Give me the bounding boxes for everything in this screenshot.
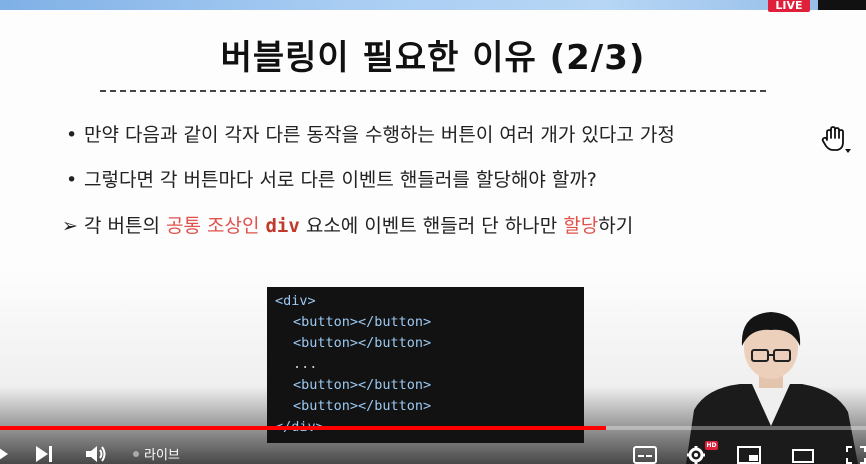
hd-badge: HD <box>705 441 718 450</box>
code-line: ... <box>293 356 318 372</box>
bullet-marker: • <box>66 124 78 146</box>
bullet-item: • 그렇다면 각 버튼마다 서로 다른 이벤트 핸들러를 할당해야 할까? <box>66 165 597 192</box>
code-word: div <box>265 215 300 237</box>
bullet-marker: • <box>66 169 78 191</box>
title-divider <box>100 90 766 92</box>
conclusion-item: ➢ 각 버튼의 공통 조상인 div 요소에 이벤트 핸들러 단 하나만 할당하기 <box>62 211 633 238</box>
code-line: <button></button> <box>293 335 432 351</box>
progress-fill <box>0 426 607 430</box>
miniplayer-icon[interactable] <box>737 446 761 464</box>
next-icon[interactable] <box>36 446 54 462</box>
code-line: <div> <box>275 293 316 309</box>
slide-title: 버블링이 필요한 이유 (2/3) <box>220 38 646 78</box>
arrow-marker: ➢ <box>62 215 78 237</box>
top-strip <box>0 0 866 10</box>
conclusion-text: 하기 <box>598 215 634 237</box>
code-block: <div> <button></button> <button></button… <box>267 287 584 443</box>
live-indicator <box>133 451 139 457</box>
live-label[interactable]: 라이브 <box>144 444 180 463</box>
hand-cursor-icon <box>821 126 851 153</box>
subtitles-icon[interactable] <box>633 446 657 464</box>
bullet-text: 만약 다음과 같이 각자 다른 동작을 수행하는 버튼이 여러 개가 있다고 가… <box>84 124 675 146</box>
top-corner <box>818 0 866 10</box>
live-badge: LIVE <box>768 0 810 12</box>
settings-icon[interactable] <box>686 445 706 464</box>
code-line: <button></button> <box>293 377 432 393</box>
code-line: <button></button> <box>293 314 432 330</box>
bullet-text: 그렇다면 각 버튼마다 서로 다른 이벤트 핸들러를 할당해야 할까? <box>84 169 597 191</box>
bullet-item: • 만약 다음과 같이 각자 다른 동작을 수행하는 버튼이 여러 개가 있다고 … <box>66 120 675 147</box>
highlight-text: 공통 조상인 <box>166 215 266 237</box>
fullscreen-icon[interactable] <box>846 446 866 464</box>
conclusion-text: 요소에 이벤트 핸들러 단 하나만 <box>299 215 564 237</box>
conclusion-text: 각 버튼의 <box>84 215 166 237</box>
play-icon[interactable] <box>0 446 8 462</box>
code-line: <button></button> <box>293 398 432 414</box>
highlight-text: 할당 <box>563 215 599 237</box>
volume-icon[interactable] <box>86 445 108 463</box>
theater-icon[interactable] <box>792 449 814 463</box>
